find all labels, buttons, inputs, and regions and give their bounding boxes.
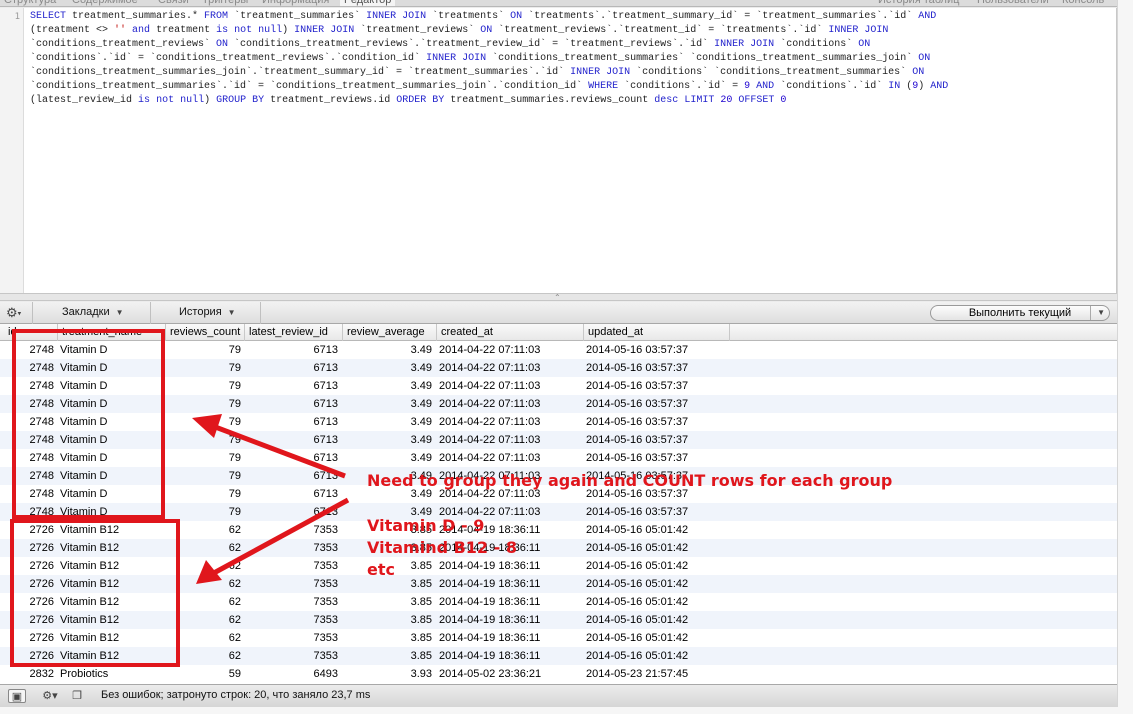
annotation-arrows bbox=[192, 414, 350, 584]
annotation-main-text: Need to group they again and COUNT rows … bbox=[367, 471, 893, 490]
annotation-arrow bbox=[210, 497, 350, 577]
annotation-arrowhead bbox=[192, 414, 222, 438]
annotation-arrow bbox=[209, 422, 346, 479]
annotation-line-etc: etc bbox=[367, 560, 395, 579]
annotation-line-vitamin-b12: Vitamind B12 - 8 bbox=[367, 538, 517, 557]
annotation-line-vitamin-d: Vitamin D - 9 bbox=[367, 516, 485, 535]
